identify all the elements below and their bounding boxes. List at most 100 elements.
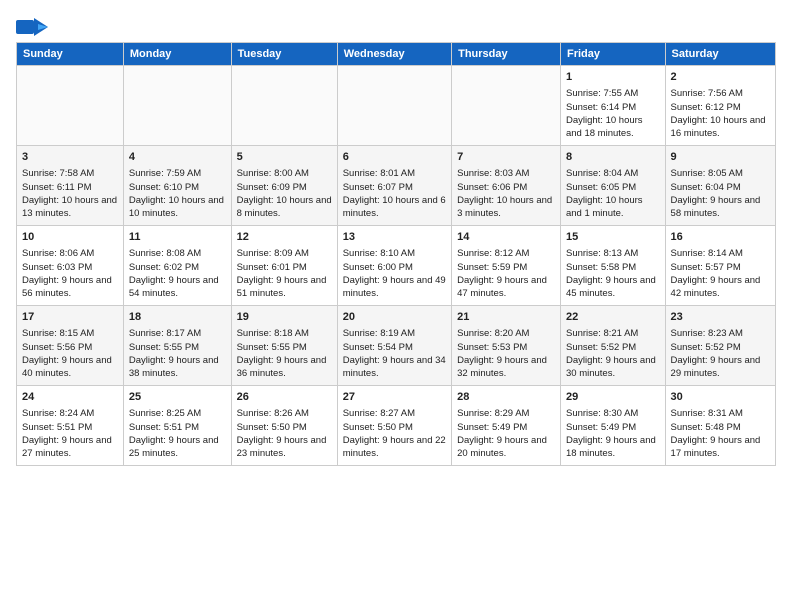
day-number: 8 xyxy=(566,150,660,165)
day-number: 15 xyxy=(566,230,660,245)
calendar-cell: 14 Sunrise: 8:12 AM Sunset: 5:59 PM Dayli… xyxy=(452,226,561,306)
calendar-cell: 22 Sunrise: 8:21 AM Sunset: 5:52 PM Dayli… xyxy=(560,306,665,386)
day-info: Sunrise: 8:17 AM Sunset: 5:55 PM Dayligh… xyxy=(129,327,226,380)
calendar-cell: 10 Sunrise: 8:06 AM Sunset: 6:03 PM Dayli… xyxy=(17,226,124,306)
day-number: 16 xyxy=(671,230,770,245)
day-info: Sunrise: 8:30 AM Sunset: 5:49 PM Dayligh… xyxy=(566,407,660,460)
calendar-cell: 25 Sunrise: 8:25 AM Sunset: 5:51 PM Dayli… xyxy=(123,386,231,466)
day-number: 14 xyxy=(457,230,555,245)
day-info: Sunrise: 8:25 AM Sunset: 5:51 PM Dayligh… xyxy=(129,407,226,460)
calendar-cell: 16 Sunrise: 8:14 AM Sunset: 5:57 PM Dayli… xyxy=(665,226,775,306)
calendar-cell xyxy=(231,66,337,146)
day-info: Sunrise: 8:08 AM Sunset: 6:02 PM Dayligh… xyxy=(129,247,226,300)
day-info: Sunrise: 7:58 AM Sunset: 6:11 PM Dayligh… xyxy=(22,167,118,220)
day-number: 18 xyxy=(129,310,226,325)
calendar-cell: 8 Sunrise: 8:04 AM Sunset: 6:05 PM Daylig… xyxy=(560,146,665,226)
calendar-cell: 3 Sunrise: 7:58 AM Sunset: 6:11 PM Daylig… xyxy=(17,146,124,226)
day-info: Sunrise: 8:03 AM Sunset: 6:06 PM Dayligh… xyxy=(457,167,555,220)
calendar-cell: 15 Sunrise: 8:13 AM Sunset: 5:58 PM Dayli… xyxy=(560,226,665,306)
day-number: 20 xyxy=(343,310,446,325)
day-info: Sunrise: 7:55 AM Sunset: 6:14 PM Dayligh… xyxy=(566,87,660,140)
day-number: 7 xyxy=(457,150,555,165)
day-number: 12 xyxy=(237,230,332,245)
day-info: Sunrise: 8:12 AM Sunset: 5:59 PM Dayligh… xyxy=(457,247,555,300)
day-number: 21 xyxy=(457,310,555,325)
calendar-header-tuesday: Tuesday xyxy=(231,43,337,66)
calendar-week-3: 10 Sunrise: 8:06 AM Sunset: 6:03 PM Dayli… xyxy=(17,226,776,306)
calendar-header-wednesday: Wednesday xyxy=(337,43,451,66)
calendar-week-1: 1 Sunrise: 7:55 AM Sunset: 6:14 PM Daylig… xyxy=(17,66,776,146)
calendar-header-sunday: Sunday xyxy=(17,43,124,66)
calendar-cell: 30 Sunrise: 8:31 AM Sunset: 5:48 PM Dayli… xyxy=(665,386,775,466)
day-info: Sunrise: 7:56 AM Sunset: 6:12 PM Dayligh… xyxy=(671,87,770,140)
day-number: 23 xyxy=(671,310,770,325)
calendar-header-thursday: Thursday xyxy=(452,43,561,66)
calendar-header-saturday: Saturday xyxy=(665,43,775,66)
calendar-cell: 26 Sunrise: 8:26 AM Sunset: 5:50 PM Dayli… xyxy=(231,386,337,466)
logo-icon xyxy=(16,16,48,38)
calendar-cell: 5 Sunrise: 8:00 AM Sunset: 6:09 PM Daylig… xyxy=(231,146,337,226)
calendar-cell: 18 Sunrise: 8:17 AM Sunset: 5:55 PM Dayli… xyxy=(123,306,231,386)
day-number: 22 xyxy=(566,310,660,325)
calendar-cell: 2 Sunrise: 7:56 AM Sunset: 6:12 PM Daylig… xyxy=(665,66,775,146)
day-info: Sunrise: 8:04 AM Sunset: 6:05 PM Dayligh… xyxy=(566,167,660,220)
day-number: 3 xyxy=(22,150,118,165)
day-number: 27 xyxy=(343,390,446,405)
calendar-cell: 1 Sunrise: 7:55 AM Sunset: 6:14 PM Daylig… xyxy=(560,66,665,146)
day-number: 2 xyxy=(671,70,770,85)
calendar-header-friday: Friday xyxy=(560,43,665,66)
day-info: Sunrise: 8:23 AM Sunset: 5:52 PM Dayligh… xyxy=(671,327,770,380)
calendar-week-4: 17 Sunrise: 8:15 AM Sunset: 5:56 PM Dayli… xyxy=(17,306,776,386)
calendar-cell: 17 Sunrise: 8:15 AM Sunset: 5:56 PM Dayli… xyxy=(17,306,124,386)
day-info: Sunrise: 8:13 AM Sunset: 5:58 PM Dayligh… xyxy=(566,247,660,300)
day-number: 30 xyxy=(671,390,770,405)
calendar-cell xyxy=(452,66,561,146)
day-number: 6 xyxy=(343,150,446,165)
calendar-cell: 7 Sunrise: 8:03 AM Sunset: 6:06 PM Daylig… xyxy=(452,146,561,226)
day-number: 25 xyxy=(129,390,226,405)
day-info: Sunrise: 7:59 AM Sunset: 6:10 PM Dayligh… xyxy=(129,167,226,220)
day-info: Sunrise: 8:21 AM Sunset: 5:52 PM Dayligh… xyxy=(566,327,660,380)
calendar-cell: 23 Sunrise: 8:23 AM Sunset: 5:52 PM Dayli… xyxy=(665,306,775,386)
day-number: 4 xyxy=(129,150,226,165)
day-info: Sunrise: 8:14 AM Sunset: 5:57 PM Dayligh… xyxy=(671,247,770,300)
day-info: Sunrise: 8:27 AM Sunset: 5:50 PM Dayligh… xyxy=(343,407,446,460)
calendar-cell: 13Sunrise: 8:10 AM Sunset: 6:00 PM Dayli… xyxy=(337,226,451,306)
calendar-header-monday: Monday xyxy=(123,43,231,66)
day-number: 17 xyxy=(22,310,118,325)
day-info: Sunrise: 8:24 AM Sunset: 5:51 PM Dayligh… xyxy=(22,407,118,460)
calendar-cell: 19 Sunrise: 8:18 AM Sunset: 5:55 PM Dayli… xyxy=(231,306,337,386)
day-number: 10 xyxy=(22,230,118,245)
day-info: Sunrise: 8:05 AM Sunset: 6:04 PM Dayligh… xyxy=(671,167,770,220)
day-info: Sunrise: 8:01 AM Sunset: 6:07 PM Dayligh… xyxy=(343,167,446,220)
logo xyxy=(16,16,50,38)
calendar-cell xyxy=(17,66,124,146)
calendar-cell: 12Sunrise: 8:09 AM Sunset: 6:01 PM Dayli… xyxy=(231,226,337,306)
calendar-cell xyxy=(337,66,451,146)
day-number: 5 xyxy=(237,150,332,165)
day-info: Sunrise: 8:26 AM Sunset: 5:50 PM Dayligh… xyxy=(237,407,332,460)
day-info: Sunrise: 8:31 AM Sunset: 5:48 PM Dayligh… xyxy=(671,407,770,460)
day-number: 11 xyxy=(129,230,226,245)
day-info: Sunrise: 8:29 AM Sunset: 5:49 PM Dayligh… xyxy=(457,407,555,460)
day-info: Sunrise: 8:18 AM Sunset: 5:55 PM Dayligh… xyxy=(237,327,332,380)
calendar-cell: 21 Sunrise: 8:20 AM Sunset: 5:53 PM Dayli… xyxy=(452,306,561,386)
calendar-table: SundayMondayTuesdayWednesdayThursdayFrid… xyxy=(16,42,776,466)
calendar-cell: 20 Sunrise: 8:19 AM Sunset: 5:54 PM Dayli… xyxy=(337,306,451,386)
day-number: 19 xyxy=(237,310,332,325)
day-info: Sunrise: 8:15 AM Sunset: 5:56 PM Dayligh… xyxy=(22,327,118,380)
day-info: Sunrise: 8:00 AM Sunset: 6:09 PM Dayligh… xyxy=(237,167,332,220)
page-header xyxy=(16,16,776,38)
calendar-week-5: 24Sunrise: 8:24 AM Sunset: 5:51 PM Dayli… xyxy=(17,386,776,466)
day-number: 29 xyxy=(566,390,660,405)
calendar-cell: 4 Sunrise: 7:59 AM Sunset: 6:10 PM Daylig… xyxy=(123,146,231,226)
calendar-cell: 6 Sunrise: 8:01 AM Sunset: 6:07 PM Daylig… xyxy=(337,146,451,226)
calendar-cell: 29 Sunrise: 8:30 AM Sunset: 5:49 PM Dayli… xyxy=(560,386,665,466)
calendar-cell: 9Sunrise: 8:05 AM Sunset: 6:04 PM Daylig… xyxy=(665,146,775,226)
calendar-cell xyxy=(123,66,231,146)
day-info: Sunrise: 8:19 AM Sunset: 5:54 PM Dayligh… xyxy=(343,327,446,380)
day-info: Sunrise: 8:06 AM Sunset: 6:03 PM Dayligh… xyxy=(22,247,118,300)
day-info: Sunrise: 8:20 AM Sunset: 5:53 PM Dayligh… xyxy=(457,327,555,380)
day-number: 26 xyxy=(237,390,332,405)
day-number: 1 xyxy=(566,70,660,85)
